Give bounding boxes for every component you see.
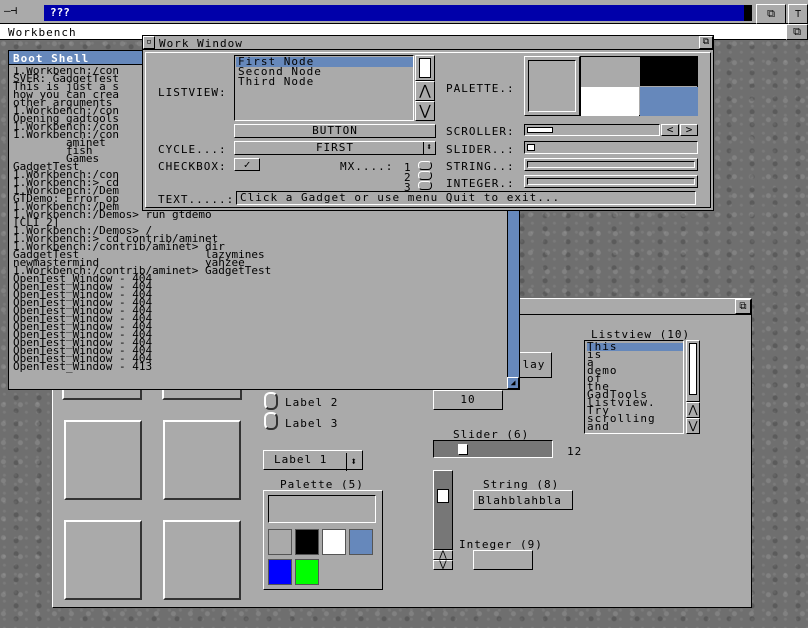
demo-button-label: lay — [522, 358, 546, 371]
palette-swatch[interactable] — [295, 529, 319, 555]
palette-swatch[interactable] — [581, 57, 639, 86]
mx-radio-2[interactable] — [264, 392, 278, 410]
work-list-down-arrow[interactable]: ⋁ — [415, 101, 435, 121]
palette-swatch[interactable] — [295, 559, 319, 585]
work-button[interactable]: BUTTON — [234, 124, 436, 138]
palette-label: PALETTE.: — [446, 82, 515, 95]
text-label: TEXT.....: — [158, 193, 235, 206]
screen-depth-icon[interactable]: —⊣ — [4, 5, 28, 16]
work-listview[interactable]: First Node Second Node Third Node — [234, 55, 414, 121]
demo-listview[interactable]: This is a demo of the GadTools listview. Try scro… — [584, 340, 684, 434]
shell-line: 1.Workbench:/Demos> run gtdemo — [13, 208, 212, 221]
mx-label-3: Label 3 — [285, 417, 339, 430]
list-item[interactable]: is — [587, 349, 683, 360]
demo-list-scrollbar[interactable] — [686, 340, 700, 402]
demo-button-partial[interactable]: lay — [516, 352, 552, 378]
slider-label: SLIDER..: — [446, 143, 515, 156]
palette-swatch[interactable] — [322, 529, 346, 555]
work-palette[interactable] — [580, 56, 698, 116]
screen-title-bar: —⊣ ??? ⧉ ⊤ — [0, 0, 808, 24]
string-label: STRING..: — [446, 160, 515, 173]
work-title: Work Window — [159, 37, 243, 50]
work-close-gadget[interactable]: ▫ — [143, 36, 155, 49]
checkbox-label: CHECKBOX: — [158, 160, 227, 173]
list-node[interactable]: Third Node — [236, 76, 413, 87]
demo-integer-field[interactable] — [473, 550, 533, 570]
demo-depth-gadget[interactable]: ⧉ — [735, 299, 751, 314]
mx-button-2[interactable] — [418, 171, 432, 180]
screen-gadget-left[interactable] — [744, 5, 752, 21]
demo-vslider-up[interactable]: ⋀ — [433, 550, 453, 560]
work-scroller[interactable] — [524, 124, 660, 136]
scroller-left-arrow[interactable]: < — [661, 124, 679, 136]
cycle-label: CYCLE...: — [158, 143, 227, 156]
shell-line: OpenTest_Window - 413 — [13, 360, 153, 373]
shell-resize-gadget[interactable]: ◢ — [507, 377, 519, 389]
work-cycle-value: FIRST — [315, 141, 355, 154]
work-button-label: BUTTON — [312, 124, 358, 137]
palette-swatch[interactable] — [640, 87, 698, 116]
mx-button-1[interactable] — [418, 161, 432, 170]
work-node-list: First Node Second Node Third Node — [235, 56, 413, 87]
scroller-right-arrow[interactable]: > — [680, 124, 698, 136]
work-depth-gadget[interactable]: ⧉ — [699, 36, 713, 49]
demo-string-field[interactable]: Blahblahbla — [473, 490, 573, 510]
cycle-arrow-icon: ⬍ — [346, 453, 358, 471]
work-cycle[interactable]: FIRST ⬍ — [234, 141, 436, 155]
demo-box-6[interactable] — [163, 520, 241, 600]
demo-slider-value: 12 — [567, 445, 583, 458]
workbench-depth-gadget[interactable]: ⧉ — [786, 24, 808, 40]
work-text-display: Click a Gadget or use menu Quit to exit.… — [236, 191, 696, 205]
shell-title: Boot Shell — [13, 52, 90, 65]
palette-swatch[interactable] — [349, 529, 373, 555]
work-title-bar[interactable]: ▫ Work Window ⧉ — [143, 36, 713, 50]
cycle-icon: ⬍ — [422, 142, 433, 154]
demo-string-value: Blahblahbla — [478, 494, 562, 507]
demo-list-up-arrow[interactable]: ⋀ — [686, 402, 700, 418]
listview-label: LISTVIEW: — [158, 86, 227, 99]
demo-list-items: This is a demo of the GadTools listview. Try scro… — [585, 341, 683, 432]
screen-depth-gadget[interactable]: ⧉ — [756, 4, 786, 24]
screen-back-gadget[interactable]: ⊤ — [788, 4, 808, 24]
demo-cycle-value: Label 1 — [274, 453, 328, 466]
demo-slider-knob[interactable] — [458, 444, 468, 455]
screen-title-text: ??? — [50, 6, 70, 19]
scroller-label: SCROLLER: — [446, 125, 515, 138]
work-palette-indicator — [524, 56, 580, 116]
demo-cycle[interactable]: Label 1 ⬍ — [263, 450, 363, 471]
work-text-value: Click a Gadget or use menu Quit to exit.… — [240, 191, 561, 204]
mx-button-3[interactable] — [418, 181, 432, 190]
demo-number-display: 10 — [433, 390, 503, 410]
palette-swatch[interactable] — [640, 57, 698, 86]
mx-label-2: Label 2 — [285, 396, 339, 409]
palette-swatch[interactable] — [268, 559, 292, 585]
palette-swatch[interactable] — [268, 529, 292, 555]
demo-palette-indicator — [268, 495, 376, 523]
demo-slider[interactable] — [433, 440, 553, 458]
screen-title: ??? — [44, 5, 744, 21]
mx-label: MX....: — [340, 160, 394, 173]
demo-vslider-down[interactable]: ⋁ — [433, 560, 453, 570]
work-list-scrollbar[interactable] — [415, 55, 435, 81]
demo-palette[interactable] — [263, 490, 383, 590]
work-list-up-arrow[interactable]: ⋀ — [415, 81, 435, 101]
mx-radio-3[interactable] — [264, 412, 278, 430]
work-string-field[interactable] — [524, 158, 698, 171]
integer-label: INTEGER.: — [446, 177, 515, 190]
demo-list-down-arrow[interactable]: ⋁ — [686, 418, 700, 434]
demo-vertical-slider[interactable] — [433, 470, 453, 550]
demo-box-3[interactable] — [64, 420, 142, 500]
workbench-title: Workbench — [8, 26, 77, 39]
palette-swatch[interactable] — [581, 87, 639, 116]
demo-number-value: 10 — [460, 393, 476, 406]
work-integer-field[interactable] — [524, 175, 698, 188]
demo-box-5[interactable] — [64, 520, 142, 600]
work-checkbox[interactable]: ✓ — [234, 158, 260, 171]
demo-box-4[interactable] — [163, 420, 241, 500]
work-slider[interactable] — [524, 141, 698, 154]
